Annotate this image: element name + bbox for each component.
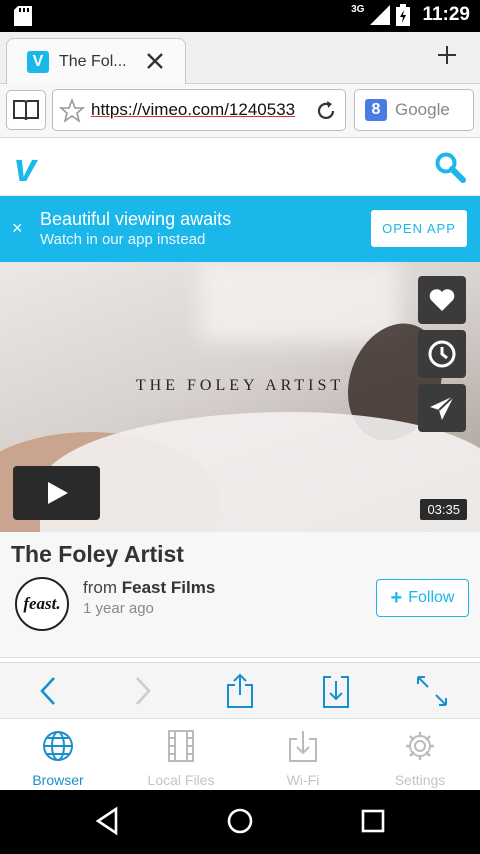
download-tray-icon bbox=[289, 731, 317, 762]
play-icon bbox=[47, 482, 68, 504]
search-engine-field[interactable]: 8 Google bbox=[354, 89, 474, 131]
upload-age: 1 year ago bbox=[83, 600, 154, 617]
google-icon: 8 bbox=[365, 99, 387, 121]
book-icon bbox=[13, 100, 39, 121]
banner-close-icon[interactable]: × bbox=[12, 218, 23, 239]
forward-arrow-icon bbox=[136, 677, 151, 705]
battery-icon bbox=[396, 4, 411, 26]
download-icon bbox=[323, 676, 349, 708]
share-page-button[interactable] bbox=[218, 669, 262, 713]
close-tab-icon[interactable] bbox=[145, 51, 165, 71]
video-player[interactable]: THE FOLEY ARTIST 03:35 bbox=[0, 262, 480, 532]
system-back-icon[interactable] bbox=[94, 806, 120, 836]
clock: 11:29 bbox=[422, 4, 470, 25]
browser-tab[interactable]: V The Fol... bbox=[6, 38, 186, 84]
url-field[interactable]: https://vimeo.com/1240533 bbox=[52, 89, 346, 131]
vimeo-logo[interactable]: v bbox=[14, 148, 36, 188]
video-info: The Foley Artist feast. from Feast Films… bbox=[0, 532, 480, 658]
tab-local-files[interactable]: Local Files bbox=[131, 729, 231, 788]
share-button[interactable] bbox=[418, 384, 466, 432]
forward-button[interactable] bbox=[121, 669, 165, 713]
clock-icon bbox=[428, 340, 456, 368]
back-arrow-icon bbox=[40, 677, 55, 705]
byline: from Feast Films bbox=[83, 578, 215, 598]
sd-card-icon bbox=[14, 6, 32, 26]
from-label: from bbox=[83, 578, 117, 597]
open-app-banner: × Beautiful viewing awaits Watch in our … bbox=[0, 196, 480, 262]
plus-icon: + bbox=[390, 586, 403, 609]
new-tab-button[interactable] bbox=[436, 44, 458, 66]
film-icon bbox=[168, 730, 194, 762]
tab-browser[interactable]: Browser bbox=[8, 729, 108, 788]
search-engine-label: Google bbox=[395, 100, 450, 119]
reload-icon[interactable] bbox=[315, 100, 337, 122]
tab-wifi[interactable]: Wi-Fi bbox=[253, 729, 353, 788]
watch-later-button[interactable] bbox=[418, 330, 466, 378]
video-frame-sheet bbox=[40, 412, 480, 532]
like-button[interactable] bbox=[418, 276, 466, 324]
url-text[interactable]: https://vimeo.com/1240533 bbox=[91, 100, 313, 120]
tab-settings[interactable]: Settings bbox=[370, 729, 470, 788]
tab-local-files-label: Local Files bbox=[147, 772, 215, 788]
tab-settings-label: Settings bbox=[394, 772, 446, 788]
system-recents-icon[interactable] bbox=[360, 806, 386, 836]
globe-icon bbox=[43, 731, 73, 761]
banner-subtitle: Watch in our app instead bbox=[40, 231, 206, 248]
app-bottom-tabs: Browser Local Files Wi-Fi Settings bbox=[0, 718, 480, 790]
share-icon bbox=[227, 673, 253, 708]
video-frame-bg bbox=[200, 262, 400, 342]
address-bar-row: https://vimeo.com/1240533 8 Google bbox=[0, 84, 480, 138]
signal-icon bbox=[370, 5, 391, 25]
video-title[interactable]: The Foley Artist bbox=[11, 541, 184, 568]
browser-toolbar bbox=[0, 662, 480, 718]
tab-wifi-label: Wi-Fi bbox=[286, 772, 320, 788]
banner-title: Beautiful viewing awaits bbox=[40, 209, 232, 229]
search-icon[interactable] bbox=[434, 151, 466, 183]
open-app-button[interactable]: OPEN APP bbox=[371, 210, 467, 247]
video-overlay-title: THE FOLEY ARTIST bbox=[135, 377, 345, 394]
bookmarks-button[interactable] bbox=[6, 90, 46, 130]
follow-button[interactable]: + Follow bbox=[376, 579, 469, 617]
star-icon[interactable] bbox=[59, 98, 85, 124]
fullscreen-button[interactable] bbox=[410, 669, 454, 713]
tab-browser-label: Browser bbox=[32, 772, 84, 788]
video-duration: 03:35 bbox=[420, 499, 467, 520]
follow-label: Follow bbox=[408, 589, 455, 606]
expand-icon bbox=[417, 676, 447, 706]
back-button[interactable] bbox=[26, 669, 70, 713]
send-icon bbox=[430, 395, 455, 420]
vimeo-header: v bbox=[0, 138, 480, 196]
tab-strip: V The Fol... bbox=[0, 32, 480, 84]
system-home-icon[interactable] bbox=[226, 806, 254, 836]
tab-title: The Fol... bbox=[59, 52, 127, 70]
download-button[interactable] bbox=[314, 669, 358, 713]
channel-avatar[interactable]: feast. bbox=[15, 577, 69, 631]
heart-icon bbox=[429, 289, 455, 311]
system-nav-bar bbox=[0, 790, 480, 854]
gear-icon bbox=[406, 732, 434, 760]
author-link[interactable]: Feast Films bbox=[122, 578, 216, 597]
vimeo-favicon-icon: V bbox=[27, 50, 49, 73]
network-type: 3G bbox=[351, 3, 365, 15]
play-button[interactable] bbox=[13, 466, 100, 520]
status-bar: 3G 11:29 bbox=[0, 0, 480, 32]
